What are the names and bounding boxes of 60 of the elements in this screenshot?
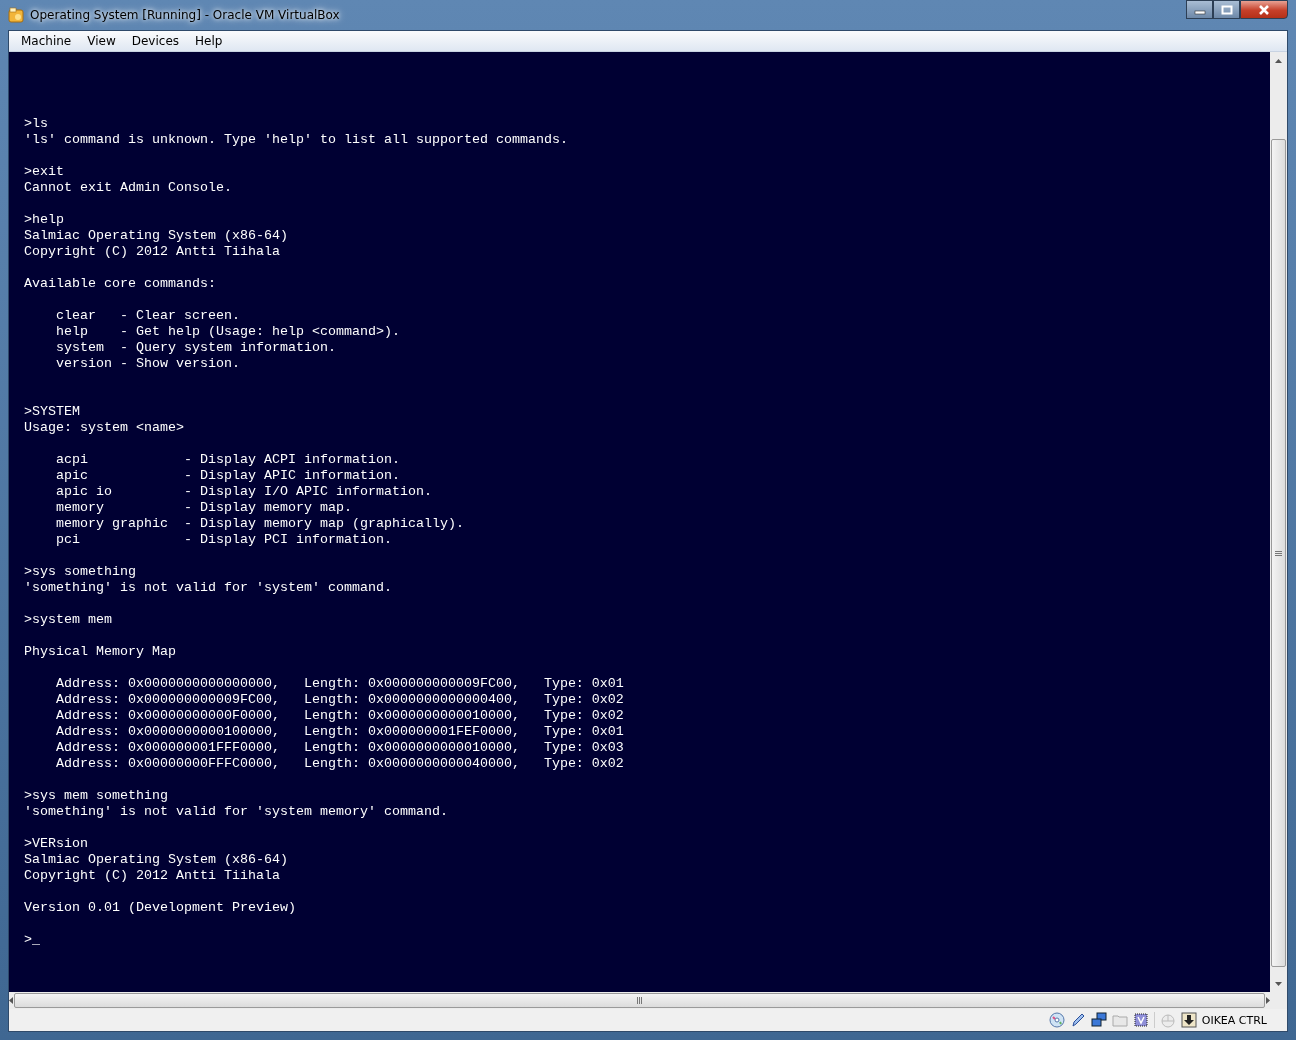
console-line: help - Get help (Usage: help <command>). xyxy=(55,324,401,340)
console-line: Available core commands: xyxy=(24,276,217,292)
menu-item[interactable]: Devices xyxy=(123,34,187,48)
console-line: Cannot exit Admin Console. xyxy=(24,180,233,196)
minimize-button[interactable] xyxy=(1186,0,1213,19)
console-line: >system mem xyxy=(24,612,113,628)
keyboard-capture-icon[interactable] xyxy=(1180,1012,1197,1028)
console-line: 'ls' command is unknown. Type 'help' to list all supported commands. xyxy=(24,132,569,148)
console-line: Address: 0x0000000000100000, Length: 0x000000001FEF0000, Type: 0x01 xyxy=(55,724,625,740)
console-line: >sys something xyxy=(24,564,137,580)
console-line: Address: 0x000000001FFF0000, Length: 0x0000000000010000, Type: 0x03 xyxy=(55,740,625,756)
close-icon xyxy=(1257,4,1271,15)
console-line: clear - Clear screen. xyxy=(55,308,241,324)
console-line: 'something' is not valid for 'system' command. xyxy=(24,580,393,596)
network-icon[interactable] xyxy=(1090,1012,1107,1028)
console-line: Version 0.01 (Development Preview) xyxy=(24,900,297,916)
console-line: Copyright (C) 2012 Antti Tiihala xyxy=(24,244,281,260)
menu-item[interactable]: Machine xyxy=(13,34,80,48)
down-arrow-icon[interactable] xyxy=(1275,981,1282,986)
console-line: memory - Display memory map. xyxy=(55,500,353,516)
console-line: Usage: system <name> xyxy=(24,420,185,436)
console-line: >SYSTEM xyxy=(24,404,81,420)
console-line: >_ xyxy=(24,932,41,948)
console-line: version - Show version. xyxy=(55,356,241,372)
left-arrow-icon[interactable] xyxy=(9,997,13,1004)
menu-item[interactable]: View xyxy=(79,34,124,48)
maximize-icon xyxy=(1220,4,1233,15)
pen-icon[interactable] xyxy=(1069,1012,1086,1028)
console-line: apic - Display APIC information. xyxy=(55,468,401,484)
console-line: Physical Memory Map xyxy=(24,644,177,660)
console-line: memory graphic - Display memory map (graphically). xyxy=(55,516,465,532)
console-line: system - Query system information. xyxy=(55,340,337,356)
console-line: pci - Display PCI information. xyxy=(55,532,393,548)
app-icon xyxy=(8,7,24,23)
disc-icon[interactable] xyxy=(1048,1012,1065,1028)
window-title: Operating System [Running] - Oracle VM VirtualBox xyxy=(30,8,340,22)
console-line: Address: 0x00000000FFFC0000, Length: 0x0000000000040000, Type: 0x02 xyxy=(55,756,625,772)
console-line: Copyright (C) 2012 Antti Tiihala xyxy=(24,868,281,884)
console-line: apic io - Display I/O APIC information. xyxy=(55,484,433,500)
console-line: acpi - Display ACPI information. xyxy=(55,452,401,468)
console-line: Salmiac Operating System (x86-64) xyxy=(24,228,289,244)
grip-icon xyxy=(1275,550,1282,556)
maximize-button[interactable] xyxy=(1213,0,1240,19)
grip-icon xyxy=(637,997,642,1004)
console-line: Address: 0x00000000000F0000, Length: 0x0000000000010000, Type: 0x02 xyxy=(55,708,625,724)
menu-item[interactable]: Help xyxy=(187,34,231,48)
console-line: >help xyxy=(24,212,65,228)
console-line: >VERsion xyxy=(24,836,89,852)
console-line: Salmiac Operating System (x86-64) xyxy=(24,852,289,868)
console-line: >ls xyxy=(24,116,49,132)
console-line: Address: 0x0000000000000000, Length: 0x000000000009FC00, Type: 0x01 xyxy=(55,676,625,692)
console-line: Address: 0x000000000009FC00, Length: 0x0000000000000400, Type: 0x02 xyxy=(55,692,625,708)
console-line: 'something' is not valid for 'system memory' command. xyxy=(24,804,449,820)
up-arrow-icon[interactable] xyxy=(1275,58,1282,63)
console-line: >sys mem something xyxy=(24,788,169,804)
host-key-label: OIKEA CTRL xyxy=(1201,1013,1267,1027)
chip-icon[interactable] xyxy=(1132,1012,1149,1028)
close-button[interactable] xyxy=(1240,0,1288,19)
console-line: >exit xyxy=(24,164,65,180)
right-arrow-icon[interactable] xyxy=(1266,997,1270,1004)
